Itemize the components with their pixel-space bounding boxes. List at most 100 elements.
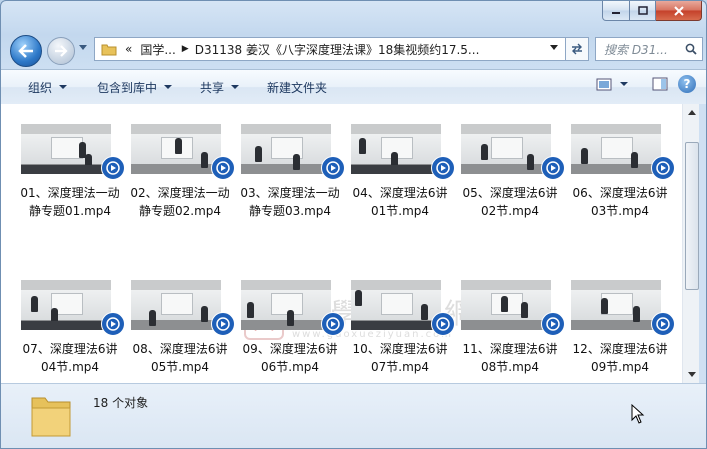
title-bar xyxy=(1,1,706,29)
file-name: 04、深度理法6讲01节.mp4 xyxy=(352,186,448,218)
file-list: 國 國學資源網 www.guoxueziyuan.com 01、深度理法一动静专… xyxy=(1,104,682,383)
new-folder-label: 新建文件夹 xyxy=(267,80,328,95)
scrollbar-thumb[interactable] xyxy=(685,142,699,290)
media-player-icon xyxy=(431,156,455,180)
refresh-icon xyxy=(572,43,582,55)
video-thumbnail xyxy=(351,124,441,174)
preview-pane-icon[interactable] xyxy=(652,77,668,91)
close-button[interactable] xyxy=(656,1,702,21)
maximize-button[interactable] xyxy=(630,1,656,21)
search-box[interactable]: 搜索 D31... xyxy=(595,37,703,61)
organize-label: 组织 xyxy=(28,80,53,95)
change-view-button[interactable] xyxy=(596,78,628,91)
media-player-icon xyxy=(321,312,345,336)
vertical-scrollbar[interactable] xyxy=(682,104,700,383)
breadcrumb-separator-icon[interactable]: ▶ xyxy=(182,44,189,54)
share-label: 共享 xyxy=(200,80,225,95)
file-name: 08、深度理法6讲05节.mp4 xyxy=(132,342,228,374)
new-folder-button[interactable]: 新建文件夹 xyxy=(259,75,335,99)
file-name: 09、深度理法6讲06节.mp4 xyxy=(242,342,338,374)
maximize-icon xyxy=(637,6,648,15)
file-item[interactable]: 06、深度理法6讲03节.mp4 xyxy=(567,124,677,244)
include-in-library-menu[interactable]: 包含到库中 xyxy=(89,75,180,99)
file-item[interactable]: 12、深度理法6讲09节.mp4 xyxy=(567,280,677,400)
file-item[interactable]: 11、深度理法6讲08节.mp4 xyxy=(457,280,567,400)
scroll-down-button[interactable] xyxy=(683,366,700,383)
video-thumbnail xyxy=(571,280,661,330)
media-player-icon xyxy=(321,156,345,180)
file-item[interactable]: 02、深度理法一动静专题02.mp4 xyxy=(127,124,237,244)
search-icon[interactable] xyxy=(685,43,697,55)
video-thumbnail xyxy=(21,280,111,330)
minimize-button[interactable] xyxy=(602,1,630,21)
video-thumbnail xyxy=(21,124,111,174)
navigation-bar: « 国学... ▶ D31138 姜汉《八字深度理法课》18集视频约17.5..… xyxy=(1,29,706,69)
media-player-icon xyxy=(541,156,565,180)
help-button[interactable]: ? xyxy=(678,75,696,93)
file-name: 06、深度理法6讲03节.mp4 xyxy=(572,186,668,218)
file-item[interactable]: 09、深度理法6讲06节.mp4 xyxy=(237,280,347,400)
media-player-icon xyxy=(651,312,675,336)
file-item[interactable]: 01、深度理法一动静专题01.mp4 xyxy=(17,124,127,244)
chevron-down-icon xyxy=(231,85,240,89)
arrow-left-icon xyxy=(18,44,33,58)
breadcrumb-current[interactable]: D31138 姜汉《八字深度理法课》18集视频约17.5... xyxy=(195,41,480,58)
file-item[interactable]: 03、深度理法一动静专题03.mp4 xyxy=(237,124,347,244)
file-item[interactable]: 04、深度理法6讲01节.mp4 xyxy=(347,124,457,244)
item-count: 18 个对象 xyxy=(93,396,149,410)
chevron-down-icon xyxy=(59,85,68,89)
media-player-icon xyxy=(541,312,565,336)
view-icon xyxy=(596,78,612,90)
video-thumbnail xyxy=(461,124,551,174)
file-name: 01、深度理法一动静专题01.mp4 xyxy=(20,186,120,218)
chevron-down-icon xyxy=(687,372,696,377)
explorer-window: « 国学... ▶ D31138 姜汉《八字深度理法课》18集视频约17.5..… xyxy=(0,0,707,449)
search-input[interactable]: 搜索 D31... xyxy=(604,41,685,58)
address-overflow[interactable]: « xyxy=(125,42,132,56)
scroll-up-button[interactable] xyxy=(683,104,700,121)
chevron-up-icon xyxy=(687,110,696,115)
file-name: 03、深度理法一动静专题03.mp4 xyxy=(240,186,340,218)
arrow-right-icon xyxy=(55,45,68,57)
video-thumbnail xyxy=(571,124,661,174)
help-icon: ? xyxy=(683,77,691,91)
address-bar[interactable]: « 国学... ▶ D31138 姜汉《八字深度理法课》18集视频约17.5..… xyxy=(94,37,566,61)
file-name: 02、深度理法一动静专题02.mp4 xyxy=(130,186,230,218)
file-item[interactable]: 08、深度理法6讲05节.mp4 xyxy=(127,280,237,400)
view-controls: ? xyxy=(596,75,696,93)
forward-button[interactable] xyxy=(47,37,75,65)
chevron-down-icon xyxy=(620,82,628,86)
details-pane: 18 个对象 xyxy=(1,383,706,448)
file-name: 05、深度理法6讲02节.mp4 xyxy=(462,186,558,218)
video-thumbnail xyxy=(131,280,221,330)
folder-icon xyxy=(31,397,71,437)
minimize-icon xyxy=(612,11,620,14)
media-player-icon xyxy=(211,312,235,336)
back-button[interactable] xyxy=(10,35,42,67)
video-thumbnail xyxy=(461,280,551,330)
organize-menu[interactable]: 组织 xyxy=(20,75,75,99)
breadcrumb-root[interactable]: 国学... xyxy=(140,41,175,58)
video-thumbnail xyxy=(351,280,441,330)
video-thumbnail xyxy=(131,124,221,174)
media-player-icon xyxy=(211,156,235,180)
file-item[interactable]: 05、深度理法6讲02节.mp4 xyxy=(457,124,567,244)
chevron-down-icon xyxy=(164,85,173,89)
file-item[interactable]: 07、深度理法6讲04节.mp4 xyxy=(17,280,127,400)
address-dropdown-icon[interactable] xyxy=(550,45,559,51)
folder-icon xyxy=(101,44,117,56)
file-name: 11、深度理法6讲08节.mp4 xyxy=(462,342,558,374)
command-bar: 组织 包含到库中 共享 新建文件夹 ? xyxy=(1,69,706,105)
file-name: 10、深度理法6讲07节.mp4 xyxy=(352,342,448,374)
share-menu[interactable]: 共享 xyxy=(192,75,247,99)
file-item[interactable]: 10、深度理法6讲07节.mp4 xyxy=(347,280,457,400)
media-player-icon xyxy=(101,156,125,180)
file-name: 07、深度理法6讲04节.mp4 xyxy=(22,342,118,374)
recent-pages-dropdown[interactable] xyxy=(79,45,88,51)
window-border xyxy=(699,104,706,383)
media-player-icon xyxy=(431,312,455,336)
file-name: 12、深度理法6讲09节.mp4 xyxy=(572,342,668,374)
media-player-icon xyxy=(101,312,125,336)
media-player-icon xyxy=(651,156,675,180)
refresh-button[interactable] xyxy=(566,37,589,61)
